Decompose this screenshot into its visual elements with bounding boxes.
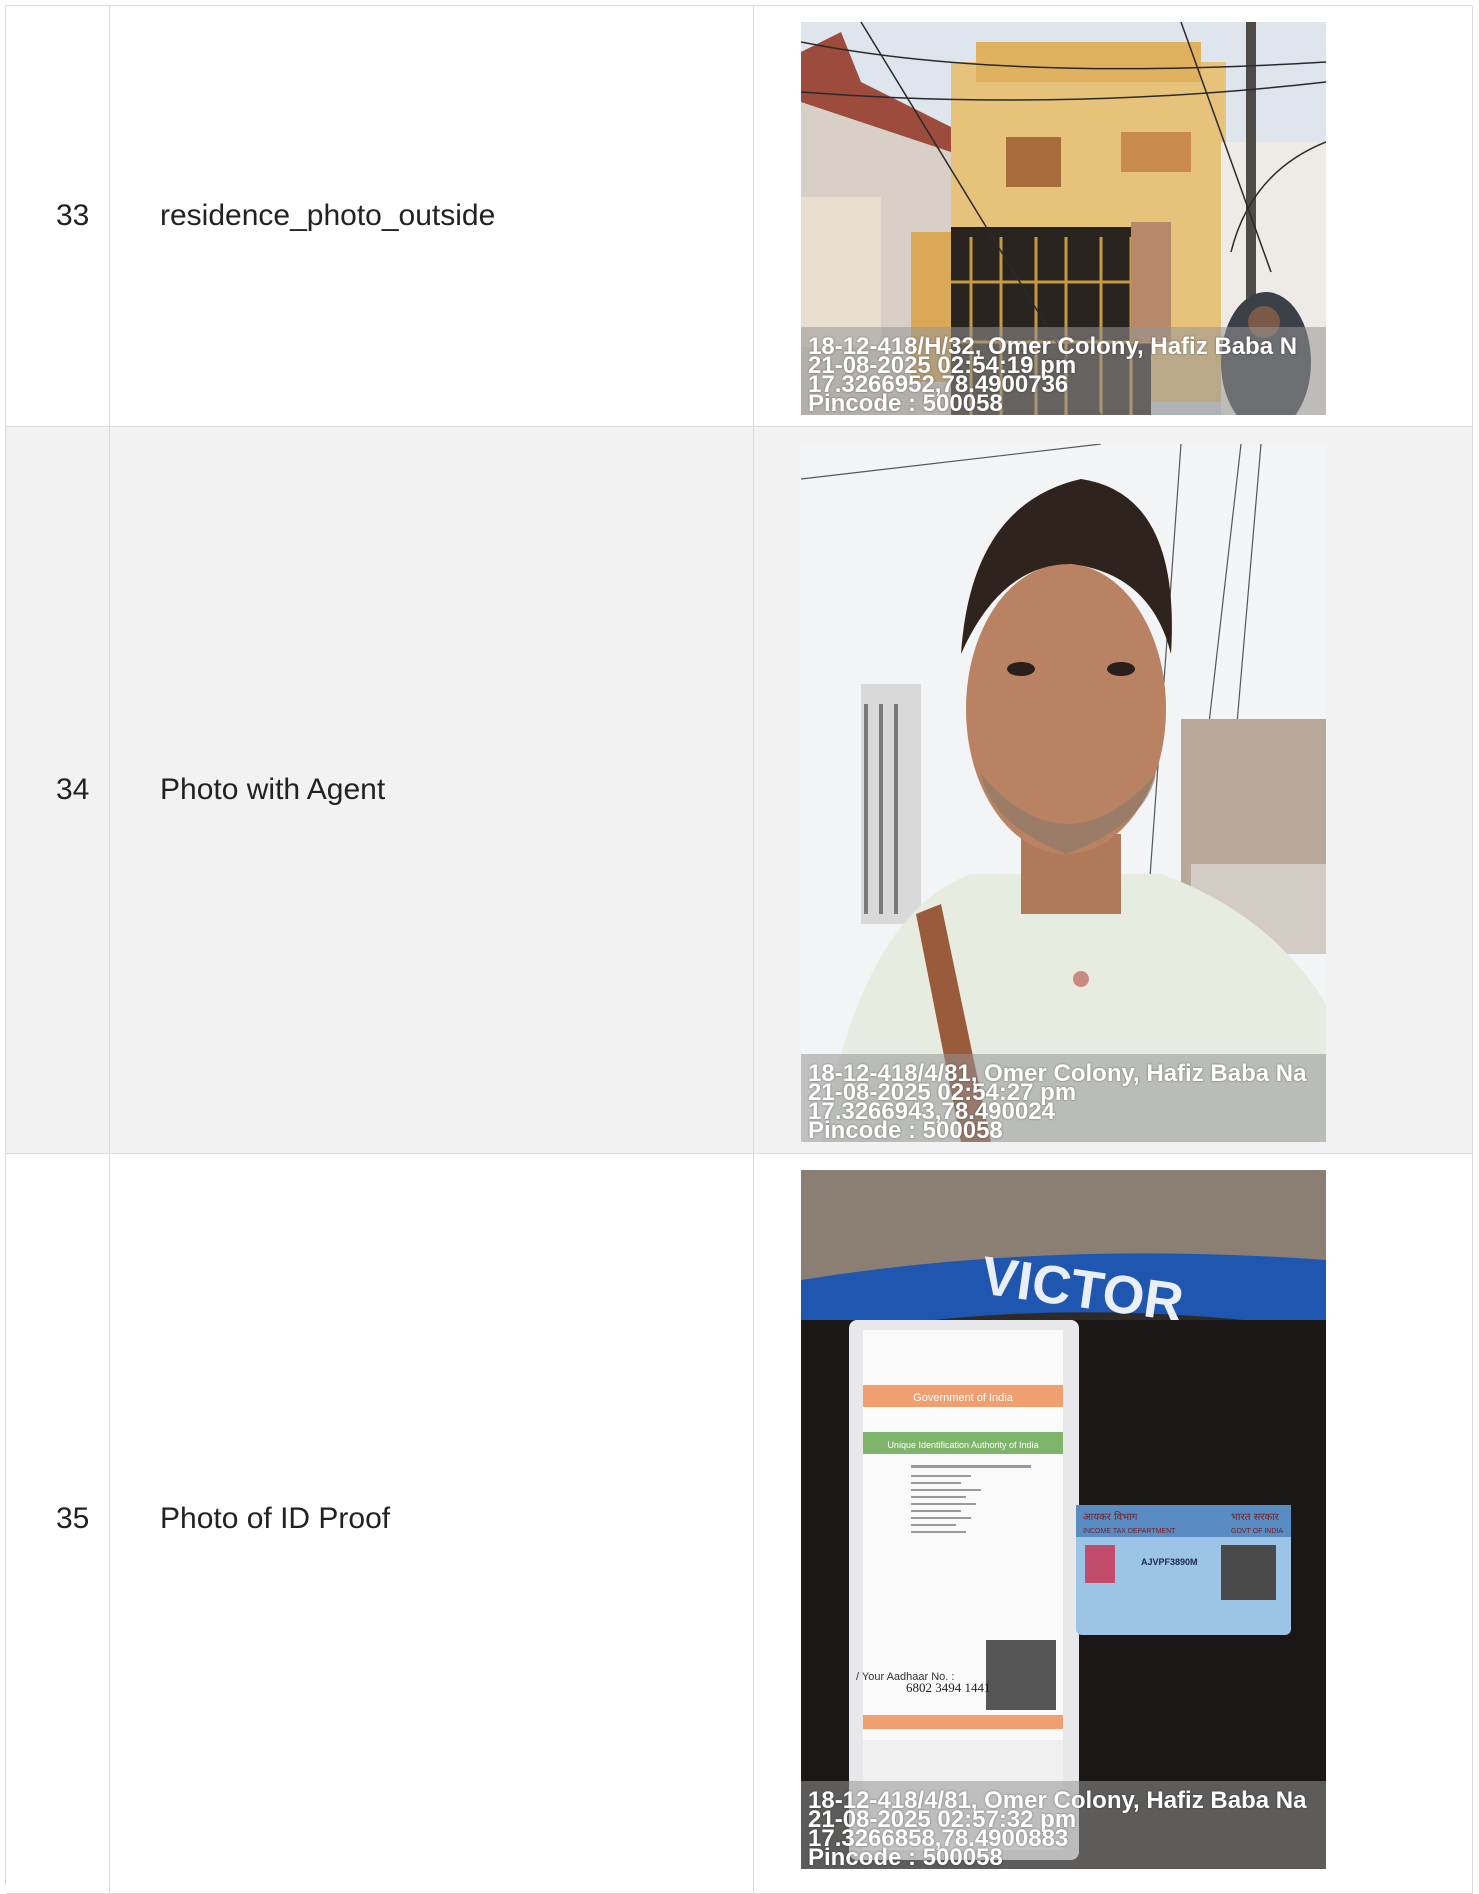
residence-photo[interactable]: 18-12-418/H/32, Omer Colony, Hafiz Baba … — [801, 22, 1326, 415]
pan-header-right: भारत सरकार — [1231, 1512, 1280, 1523]
table-row: 35 Photo of ID Proof VICTOR Government o… — [6, 1154, 1473, 1894]
row-number: 33 — [6, 6, 110, 426]
pan-govt: GOVT OF INDIA — [1231, 1528, 1283, 1535]
id-proof-photo[interactable]: VICTOR Government of India Unique Identi… — [801, 1170, 1326, 1869]
agent-selfie-image — [801, 444, 1326, 1142]
geotag-stamp: 18-12-418/4/81, Omer Colony, Hafiz Baba … — [801, 1781, 1326, 1869]
table-row: 33 residence_photo_outside 18-12-418/H/3… — [6, 6, 1473, 427]
row-label: residence_photo_outside — [110, 6, 754, 426]
table-row: 34 Photo with Agent 18-12-418/4/81, Omer… — [6, 427, 1473, 1154]
geotag-stamp: 18-12-418/4/81, Omer Colony, Hafiz Baba … — [801, 1054, 1326, 1142]
photo-cell: 18-12-418/H/32, Omer Colony, Hafiz Baba … — [754, 6, 1473, 426]
row-number: 35 — [6, 1154, 110, 1893]
photo-table: 33 residence_photo_outside 18-12-418/H/3… — [5, 5, 1473, 1894]
photo-cell: 18-12-418/4/81, Omer Colony, Hafiz Baba … — [754, 427, 1473, 1153]
aadhaar-uidai-text: Unique Identification Authority of India — [887, 1440, 1038, 1450]
photo-cell: VICTOR Government of India Unique Identi… — [754, 1154, 1473, 1893]
agent-photo[interactable]: 18-12-418/4/81, Omer Colony, Hafiz Baba … — [801, 444, 1326, 1142]
pan-number-text: AJVPF3890M — [1141, 1557, 1198, 1567]
pan-header-left: आयकर विभाग — [1083, 1511, 1138, 1523]
row-label: Photo of ID Proof — [110, 1154, 754, 1893]
aadhaar-number-text: 6802 3494 1441 — [906, 1680, 991, 1695]
id-documents-image: VICTOR Government of India Unique Identi… — [801, 1170, 1326, 1869]
row-number: 34 — [6, 427, 110, 1153]
aadhaar-govt-text: Government of India — [913, 1392, 1014, 1404]
pan-dept: INCOME TAX DEPARTMENT — [1083, 1528, 1176, 1535]
row-label: Photo with Agent — [110, 427, 754, 1153]
geotag-stamp: 18-12-418/H/32, Omer Colony, Hafiz Baba … — [801, 327, 1326, 415]
stamp-pincode: Pincode : 500058 — [808, 1117, 1003, 1143]
